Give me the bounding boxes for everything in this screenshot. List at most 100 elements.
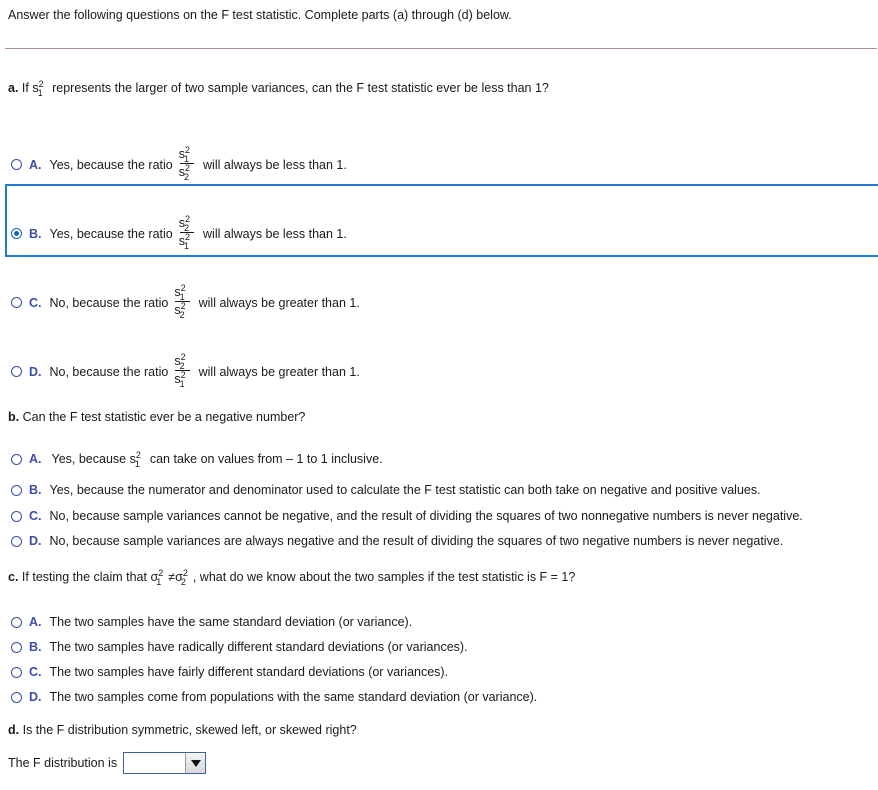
option-text: The two samples have fairly different st… [49,665,449,679]
option-text: No, because sample variances cannot be n… [49,509,803,523]
radio-part-b-B[interactable] [11,484,22,496]
part-d-prompt: d. Is the F distribution symmetric, skew… [8,723,357,737]
part-d-letter: d. [8,723,20,737]
part-b-letter: b. [8,410,20,424]
part-b-option-D[interactable]: D. No, because sample variances are alwa… [11,534,783,548]
part-c-option-B[interactable]: B. The two samples have radically differ… [11,640,468,654]
fraction-numerator: s22 [178,214,196,232]
option-letter: B. [29,640,42,654]
option-text: The two samples have radically different… [49,640,468,654]
option-text: The two samples come from populations wi… [49,690,538,704]
header-divider [5,48,877,49]
part-d-answer-label: The F distribution is [8,756,118,770]
subscript: 1 [37,88,43,98]
ratio-fraction: s21 s22 [173,283,191,321]
part-d-prompt-text: Is the F distribution symmetric, skewed … [22,723,357,737]
option-letter: B. [29,483,42,497]
part-c-option-C[interactable]: C. The two samples have fairly different… [11,665,448,679]
part-c-option-D[interactable]: D. The two samples come from populations… [11,690,537,704]
sigma-2-squared: σ22 [175,568,193,587]
option-text-before: Yes, because the ratio [49,226,173,241]
radio-part-a-B[interactable] [11,228,22,240]
option-text: The two samples have the same standard d… [49,615,413,629]
fraction-numerator: s22 [173,352,191,370]
option-letter: D. [29,364,42,379]
option-variable: 21 [134,450,146,469]
part-b-prompt: b. Can the F test statistic ever be a ne… [8,410,305,424]
option-letter: C. [29,509,42,523]
part-a-option-A[interactable]: A. Yes, because the ratio s21 s22 will a… [11,145,347,183]
option-text-before: No, because the ratio [49,295,169,310]
option-text-after: can take on values from – 1 to 1 inclusi… [149,452,383,466]
dropdown-toggle-button[interactable] [185,753,206,773]
option-letter: B. [29,226,42,241]
option-text: Yes, because the numerator and denominat… [49,483,761,497]
part-c-prompt-before: If testing the claim that [21,570,147,584]
fraction-denominator: s21 [173,370,191,390]
option-text-before: No, because the ratio [49,364,169,379]
fraction-denominator: s21 [178,232,196,252]
radio-part-a-C[interactable] [11,297,22,309]
part-c-option-A[interactable]: A. The two samples have the same standar… [11,615,412,629]
part-a-prompt: a. If s21 represents the larger of two s… [8,79,549,98]
part-a-prompt-after: represents the larger of two sample vari… [52,81,549,95]
part-a-prompt-variable: 21 [37,79,49,98]
option-text: No, because sample variances are always … [49,534,784,548]
option-letter: A. [29,452,42,466]
fraction-denominator: s22 [178,163,196,183]
radio-part-c-D[interactable] [11,691,22,703]
page-intro: Answer the following questions on the F … [8,8,512,22]
radio-part-a-D[interactable] [11,366,22,378]
option-letter: D. [29,534,42,548]
part-a-option-D[interactable]: D. No, because the ratio s22 s21 will al… [11,352,360,390]
part-c-prompt: c. If testing the claim that σ21 ≠σ22, wh… [8,568,576,587]
radio-part-b-C[interactable] [11,510,22,522]
subscript: 1 [179,379,185,390]
fraction-numerator: s21 [178,145,196,163]
sigma-1-squared: σ21 [150,568,168,587]
part-b-option-A[interactable]: A. Yes, because s 21 can take on values f… [11,450,383,469]
radio-part-b-D[interactable] [11,535,22,547]
ratio-fraction: s21 s22 [178,145,196,183]
option-letter: D. [29,690,42,704]
option-text-before: Yes, because the ratio [49,157,173,172]
part-a-prompt-before: If s [21,81,39,95]
radio-part-c-A[interactable] [11,616,22,628]
part-a-option-C[interactable]: C. No, because the ratio s21 s22 will al… [11,283,360,321]
part-b-option-B[interactable]: B. Yes, because the numerator and denomi… [11,483,761,497]
part-d-answer-row: The F distribution is [8,752,207,774]
caret-down-icon [190,760,201,767]
fraction-denominator: s22 [173,301,191,321]
option-letter: C. [29,665,42,679]
subscript: 2 [184,172,190,183]
part-a-option-B[interactable]: B. Yes, because the ratio s22 s21 will a… [11,214,347,252]
subscript: 1 [134,459,140,469]
ratio-fraction: s22 s21 [178,214,196,252]
option-letter: A. [29,615,42,629]
option-letter: C. [29,295,42,310]
ratio-fraction: s22 s21 [173,352,191,390]
part-b-option-C[interactable]: C. No, because sample variances cannot b… [11,509,803,523]
part-a-letter: a. [8,81,19,95]
not-equal-symbol: ≠ [168,570,176,584]
option-text-before: Yes, because s [51,452,136,466]
option-text-after: will always be less than 1. [203,157,347,172]
option-letter: A. [29,157,42,172]
radio-part-c-C[interactable] [11,666,22,678]
option-text-after: will always be greater than 1. [198,364,360,379]
dropdown-selected-value [124,753,185,773]
part-c-letter: c. [8,570,19,584]
subscript: 2 [180,577,186,587]
fraction-numerator: s21 [173,283,191,301]
option-text-after: will always be less than 1. [203,226,347,241]
option-text-after: will always be greater than 1. [198,295,360,310]
part-c-prompt-after: , what do we know about the two samples … [192,570,576,584]
question-page: Answer the following questions on the F … [0,0,878,790]
subscript: 2 [179,310,185,321]
subscript: 1 [184,241,190,252]
radio-part-a-A[interactable] [11,159,22,171]
radio-part-b-A[interactable] [11,453,22,465]
subscript: 1 [156,577,162,587]
f-distribution-dropdown[interactable] [123,752,207,774]
radio-part-c-B[interactable] [11,641,22,653]
